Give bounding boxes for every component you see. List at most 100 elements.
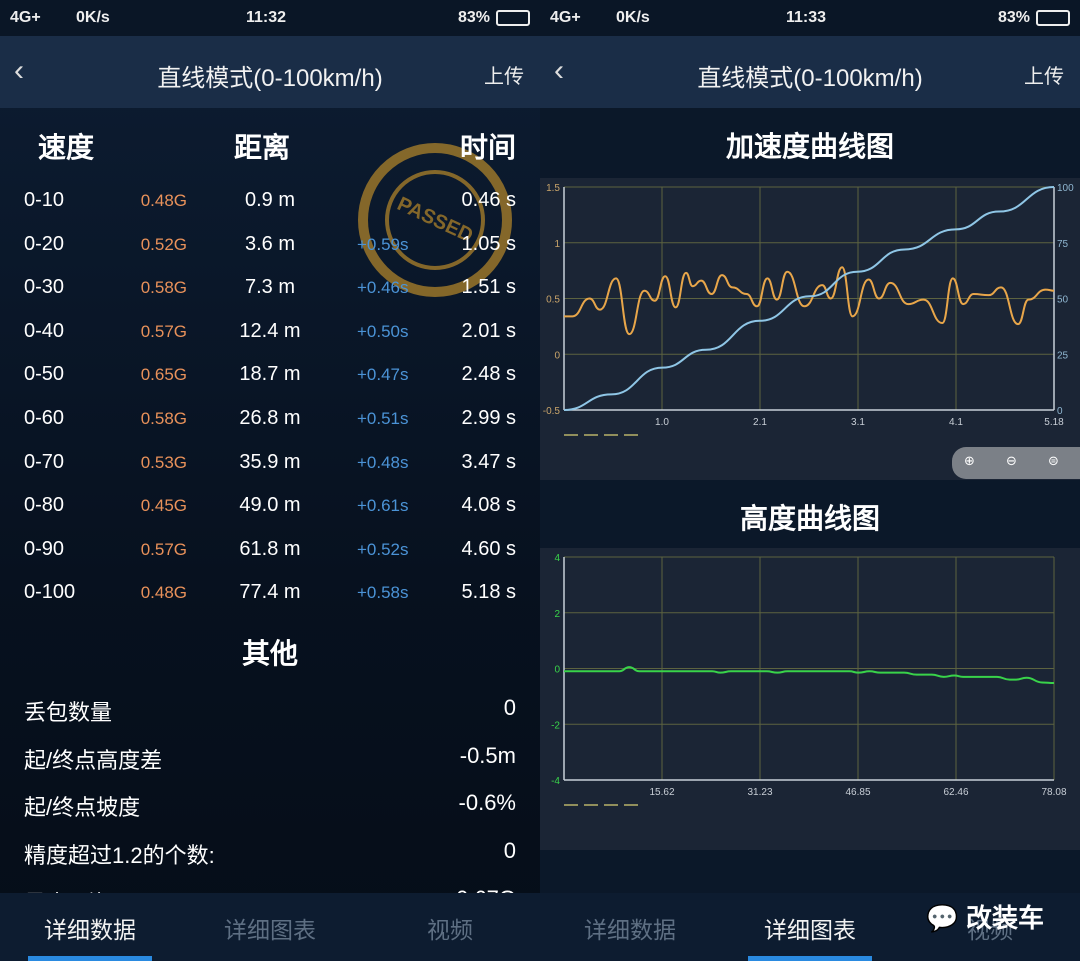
- cell-distance: 7.3 m: [244, 276, 296, 299]
- cell-distance: 35.9 m: [239, 450, 301, 473]
- y-tick-label: 0: [554, 350, 560, 361]
- y-tick-label: 1.5: [546, 183, 560, 194]
- cell-g: 0.58G: [140, 278, 187, 298]
- cell-time: 5.18 s: [461, 581, 516, 604]
- tab-detail-data[interactable]: 详细数据: [540, 911, 720, 945]
- altitude-chart-svg: -4 -2 0 2 4 15.62 31.23 46.85 62.46 78.08: [551, 553, 1067, 806]
- upload-button[interactable]: 上传: [484, 60, 524, 89]
- tab-detail-chart[interactable]: 详细图表: [180, 911, 360, 945]
- series-line-0: [563, 666, 1055, 684]
- cell-diff: +0.46s: [357, 278, 409, 298]
- other-item-value: 0: [503, 695, 516, 720]
- y-tick-label: 0.5: [546, 295, 560, 306]
- clock: 11:32: [246, 9, 287, 26]
- y-right-tick-label: 100: [1057, 183, 1074, 194]
- acceleration-chart-svg: -0.5 0 0 25 0.5 50 1 75 1.5 100 1.0 2.1 3.1 4.1 5.18: [543, 183, 1074, 436]
- y-right-tick-label: 0: [1057, 406, 1063, 417]
- detail-chart-screen: 4G+ 0K/s 11:33 83% ‹ 直线模式(0-100km/h) 上传 …: [540, 0, 1080, 961]
- wechat-icon: 💬: [926, 903, 959, 933]
- x-tick-label: 1.0: [655, 417, 669, 428]
- header: ‹ 直线模式(0-100km/h) 上传: [0, 36, 540, 108]
- cell-speed: 0-60: [24, 407, 65, 429]
- tab-detail-chart[interactable]: 详细图表: [720, 911, 900, 945]
- active-tab-indicator: [748, 956, 872, 961]
- battery-icon: [1036, 10, 1070, 26]
- table-row: 0-100 0.48G 77.4 m +0.58s 5.18 s: [0, 581, 540, 611]
- zoom-in-icon[interactable]: ⊕: [964, 453, 975, 469]
- network-indicator: 4G+: [550, 9, 581, 26]
- cell-g: 0.58G: [140, 409, 187, 428]
- cell-g: 0.48G: [140, 583, 187, 603]
- acceleration-chart[interactable]: -0.5 0 0 25 0.5 50 1 75 1.5 100 1.0 2.1 3.1 4.1 5.18 ⊕…: [540, 178, 1080, 480]
- cell-time: 2.01 s: [461, 319, 516, 342]
- other-item-label: 精度超过1.2的个数:: [24, 843, 215, 869]
- cell-speed: 0-70: [24, 450, 65, 473]
- cell-g: 0.45G: [140, 496, 187, 516]
- col-header-time: 时间: [459, 132, 516, 163]
- cell-speed: 0-90: [24, 537, 65, 560]
- wechat-watermark: 💬 改装车: [926, 898, 1044, 935]
- y-right-tick-label: 75: [1057, 239, 1069, 250]
- status-bar: 4G+ 0K/s 11:32 83%: [0, 0, 540, 36]
- x-tick-label: 15.62: [649, 787, 674, 798]
- x-tick-label: 3.1: [851, 417, 865, 428]
- cell-diff: +0.47s: [357, 365, 409, 385]
- y-tick-label: 1: [554, 239, 560, 250]
- y-tick-label: -4: [551, 776, 560, 787]
- series-line-0: [564, 266, 1055, 336]
- cell-diff: +0.50s: [357, 321, 409, 341]
- x-tick-label: 31.23: [747, 787, 772, 798]
- y-right-tick-label: 25: [1057, 350, 1069, 361]
- y-tick-label: 0: [554, 665, 560, 676]
- zoom-controls: ⊕ ⊖ ⊜: [952, 447, 1080, 479]
- cell-distance: 0.9 m: [244, 189, 296, 211]
- net-speed: 0K/s: [616, 9, 650, 26]
- altitude-chart[interactable]: -4 -2 0 2 4 15.62 31.23 46.85 62.46 78.08: [540, 548, 1080, 850]
- watermark-text: 改装车: [965, 903, 1044, 933]
- y-tick-label: -2: [551, 720, 560, 731]
- cell-g: 0.57G: [140, 321, 187, 341]
- tab-detail-data[interactable]: 详细数据: [0, 911, 180, 945]
- y-tick-label: 4: [554, 553, 560, 564]
- other-item-label: 丢包数量: [24, 700, 113, 725]
- header: ‹ 直线模式(0-100km/h) 上传: [540, 36, 1080, 108]
- other-item-label: 起/终点坡度: [24, 795, 141, 821]
- table-row: 0-80 0.45G 49.0 m +0.61s 4.08 s: [0, 494, 540, 524]
- cell-time: 3.47 s: [461, 450, 516, 473]
- page-title: 直线模式(0-100km/h): [157, 65, 383, 92]
- cell-speed: 0-30: [24, 276, 65, 299]
- cell-g: 0.57G: [140, 539, 187, 559]
- tab-bar: 详细数据 详细图表 视频: [0, 893, 540, 961]
- x-tick-label: 78.08: [1041, 787, 1066, 798]
- col-header-speed: 速度: [38, 132, 95, 163]
- y-tick-label: -0.5: [543, 406, 561, 417]
- cell-distance: 12.4 m: [239, 319, 301, 342]
- other-item-value: 0: [503, 838, 516, 864]
- cell-diff: +0.59s: [357, 234, 409, 254]
- cell-speed: 0-10: [24, 189, 65, 211]
- battery-percent: 83%: [458, 9, 491, 26]
- cell-speed: 0-100: [24, 581, 76, 604]
- table-row: 0-50 0.65G 18.7 m +0.47s 2.48 s: [0, 363, 540, 393]
- section-title-other: 其他: [241, 638, 298, 669]
- cell-distance: 26.8 m: [239, 407, 301, 429]
- tab-video[interactable]: 视频: [360, 911, 540, 945]
- cell-g: 0.48G: [140, 191, 187, 210]
- table-row: 0-70 0.53G 35.9 m +0.48s 3.47 s: [0, 451, 540, 481]
- cell-time: 2.99 s: [461, 407, 516, 429]
- y-right-tick-label: 50: [1057, 295, 1069, 306]
- cell-g: 0.52G: [140, 234, 187, 254]
- network-indicator: 4G+: [10, 9, 41, 26]
- x-tick-label: 46.85: [845, 787, 870, 798]
- table-row: 0-20 0.52G 3.6 m +0.59s 1.05 s: [0, 233, 540, 263]
- cell-speed: 0-80: [24, 494, 65, 517]
- detail-data-screen: 4G+ 0K/s 11:32 83% ‹ 直线模式(0-100km/h) 上传 …: [0, 0, 540, 961]
- zoom-reset-icon[interactable]: ⊜: [1048, 453, 1059, 469]
- active-tab-indicator: [28, 956, 152, 961]
- chart-title-altitude: 高度曲线图: [739, 503, 880, 534]
- upload-button[interactable]: 上传: [1024, 60, 1064, 89]
- cell-diff: +0.61s: [357, 496, 409, 516]
- x-tick-label: 62.46: [943, 787, 968, 798]
- other-item-value: -0.6%: [458, 790, 516, 816]
- zoom-out-icon[interactable]: ⊖: [1006, 453, 1017, 469]
